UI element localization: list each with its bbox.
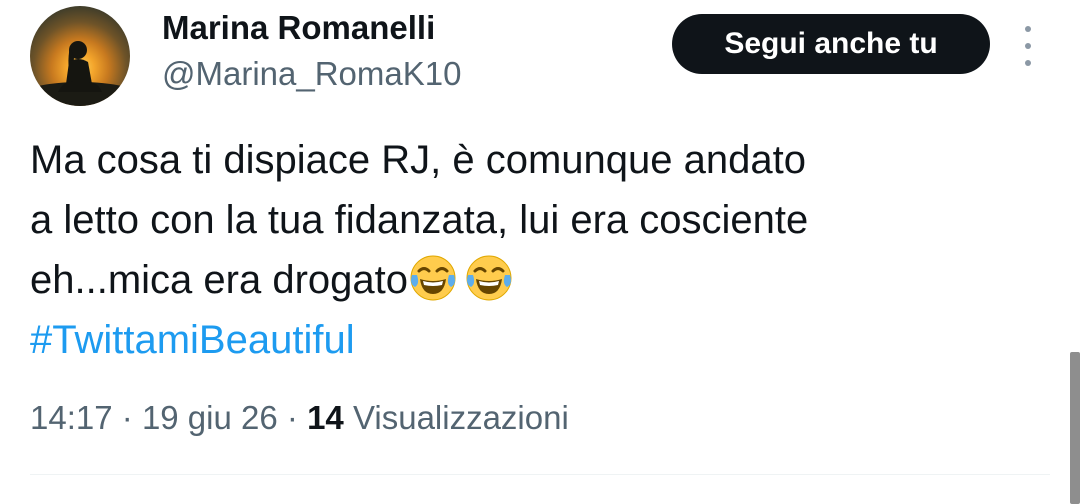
tweet-line-with-emoji: eh...mica era drogato	[30, 250, 1030, 310]
divider	[30, 474, 1050, 475]
scrollbar[interactable]	[1070, 352, 1080, 504]
tweet-meta: 14:17 · 19 giu 26 · 14 Visualizzazioni	[30, 396, 569, 440]
meta-separator: ·	[121, 399, 133, 436]
face-with-tears-of-joy-icon	[410, 255, 456, 301]
meta-separator: ·	[286, 399, 298, 436]
tweet-text: Ma cosa ti dispiace RJ, è comunque andat…	[30, 130, 1030, 370]
views-label[interactable]: Visualizzazioni	[353, 399, 569, 436]
display-name[interactable]: Marina Romanelli	[162, 6, 435, 50]
more-vertical-icon[interactable]	[1016, 26, 1040, 66]
hashtag-link[interactable]: #TwittamiBeautiful	[30, 310, 1030, 370]
silhouette-avatar-icon	[30, 41, 130, 106]
tweet-line-text: eh...mica era drogato	[30, 258, 408, 302]
tweet-date[interactable]: 19 giu 26	[142, 399, 278, 436]
follow-button[interactable]: Segui anche tu	[672, 14, 990, 74]
avatar[interactable]	[30, 6, 130, 106]
tweet-time[interactable]: 14:17	[30, 399, 113, 436]
face-with-tears-of-joy-icon	[466, 255, 512, 301]
tweet-line: a letto con la tua fidanzata, lui era co…	[30, 198, 809, 242]
user-handle[interactable]: @Marina_RomaK10	[162, 52, 461, 96]
views-count[interactable]: 14	[307, 399, 344, 436]
tweet-line: Ma cosa ti dispiace RJ, è comunque andat…	[30, 138, 806, 182]
